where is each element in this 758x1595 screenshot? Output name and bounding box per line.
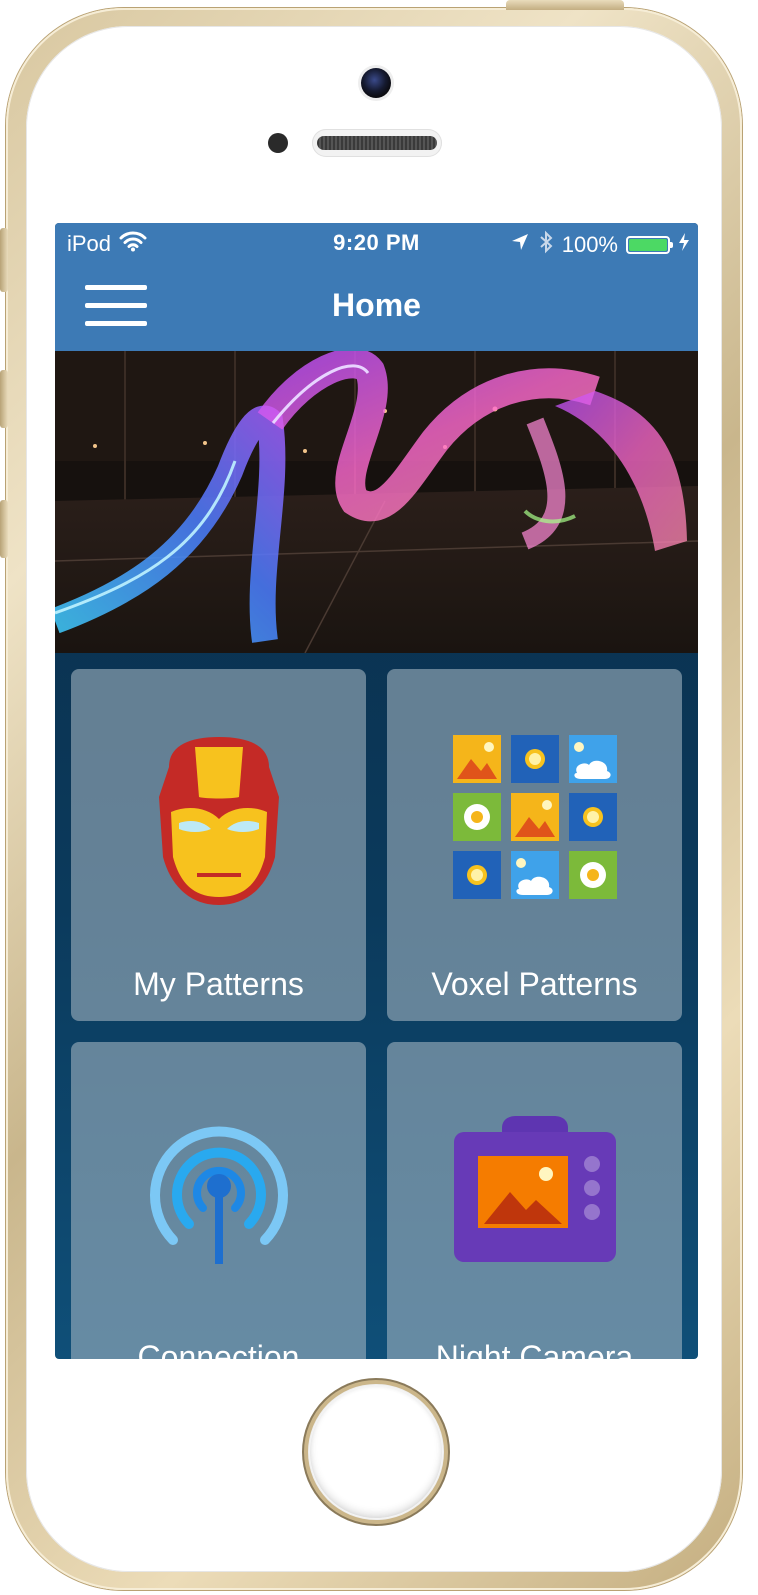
image-grid-icon (452, 735, 617, 899)
mute-switch (0, 228, 8, 292)
home-button[interactable] (308, 1384, 444, 1520)
power-button (506, 0, 624, 10)
status-bar: iPod 9:20 PM 100% (55, 223, 698, 263)
bluetooth-icon (538, 230, 554, 260)
page-title: Home (332, 287, 421, 323)
charging-bolt-icon (678, 232, 690, 258)
battery-level-fill (629, 239, 667, 251)
tile-label: My Patterns (133, 966, 304, 1002)
connection-tile[interactable]: Connection (71, 1042, 366, 1359)
front-camera (361, 68, 391, 98)
tile-label: Connection (137, 1339, 300, 1359)
volume-down-button (0, 500, 8, 558)
tile-label: Voxel Patterns (431, 966, 638, 1002)
volume-up-button (0, 370, 8, 428)
iron-man-mask-icon (157, 737, 281, 907)
hero-light-painting-image (55, 351, 698, 653)
voxel-patterns-tile[interactable]: Voxel Patterns (387, 669, 682, 1021)
my-patterns-tile[interactable]: My Patterns (71, 669, 366, 1021)
earpiece-speaker (312, 129, 442, 157)
proximity-sensor (268, 133, 288, 153)
battery-percent: 100% (561, 232, 618, 257)
location-arrow-icon (510, 232, 530, 258)
navigation-bar: Home (55, 263, 698, 351)
camera-photo-icon (453, 1116, 616, 1262)
app-screen: iPod 9:20 PM 100% Home My Patterns Voxel… (55, 223, 698, 1359)
tile-label: Night Camera (435, 1339, 634, 1359)
battery-icon (626, 236, 673, 254)
broadcast-antenna-icon (145, 1112, 293, 1268)
night-camera-tile[interactable]: Night Camera (387, 1042, 682, 1359)
